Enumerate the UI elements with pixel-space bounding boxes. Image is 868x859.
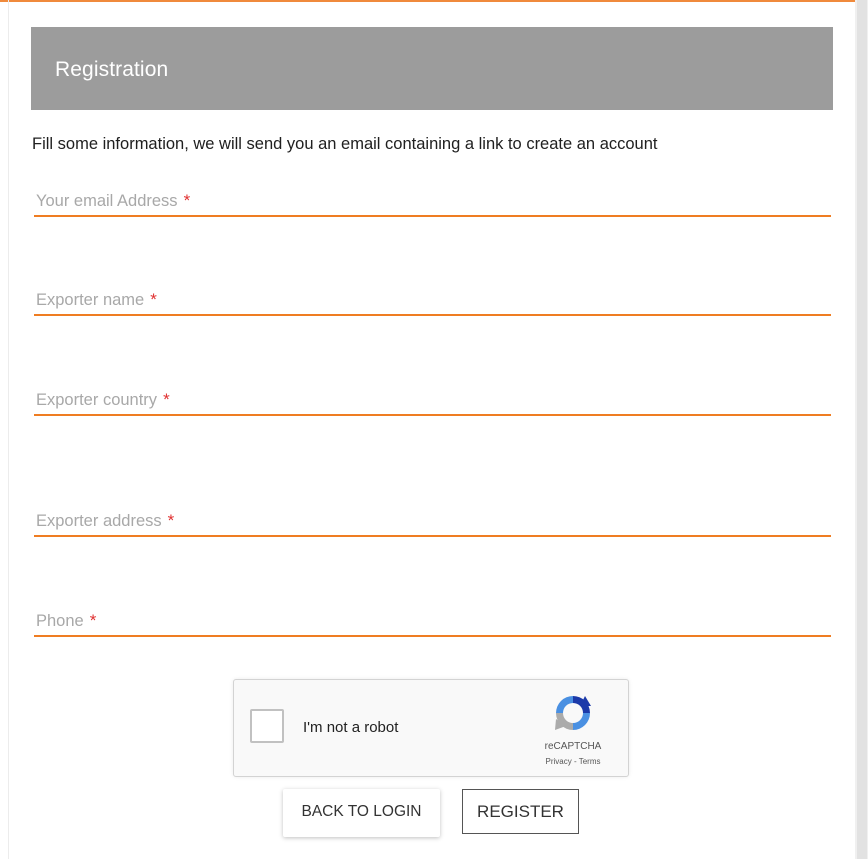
recaptcha-checkbox[interactable] [250, 709, 284, 743]
exporter-name-label: Exporter name * [36, 290, 157, 309]
required-mark: * [150, 290, 157, 309]
required-mark: * [183, 191, 191, 210]
exporter-address-field[interactable]: Exporter address * [34, 505, 831, 537]
recaptcha-logo-icon [555, 696, 591, 730]
email-field[interactable]: Your email Address * [34, 185, 831, 217]
phone-field[interactable]: Phone * [34, 605, 831, 637]
recaptcha-label: I'm not a robot [303, 719, 399, 736]
page-left-border [8, 0, 9, 859]
top-accent-border [0, 0, 868, 2]
exporter-name-field[interactable]: Exporter name * [34, 284, 831, 316]
exporter-country-field[interactable]: Exporter country * [34, 384, 831, 416]
scrollbar-thumb[interactable] [857, 0, 867, 859]
registration-header: Registration [31, 27, 833, 110]
recaptcha-widget: I'm not a robot reCAPTCHA Privacy - Term… [233, 679, 629, 777]
register-button[interactable]: REGISTER [462, 789, 579, 834]
intro-text: Fill some information, we will send you … [32, 135, 658, 153]
exporter-country-label: Exporter country * [36, 390, 170, 409]
back-to-login-button[interactable]: BACK TO LOGIN [283, 789, 440, 837]
email-field-label: Your email Address * [36, 191, 191, 210]
recaptcha-brand: reCAPTCHA [544, 741, 602, 752]
required-mark: * [163, 390, 170, 409]
phone-label: Phone * [36, 611, 97, 630]
required-mark: * [167, 511, 175, 530]
recaptcha-privacy-terms-link[interactable]: Privacy - Terms [530, 757, 616, 766]
page-title: Registration [55, 58, 169, 81]
required-mark: * [89, 611, 97, 630]
exporter-address-label: Exporter address * [36, 511, 175, 530]
